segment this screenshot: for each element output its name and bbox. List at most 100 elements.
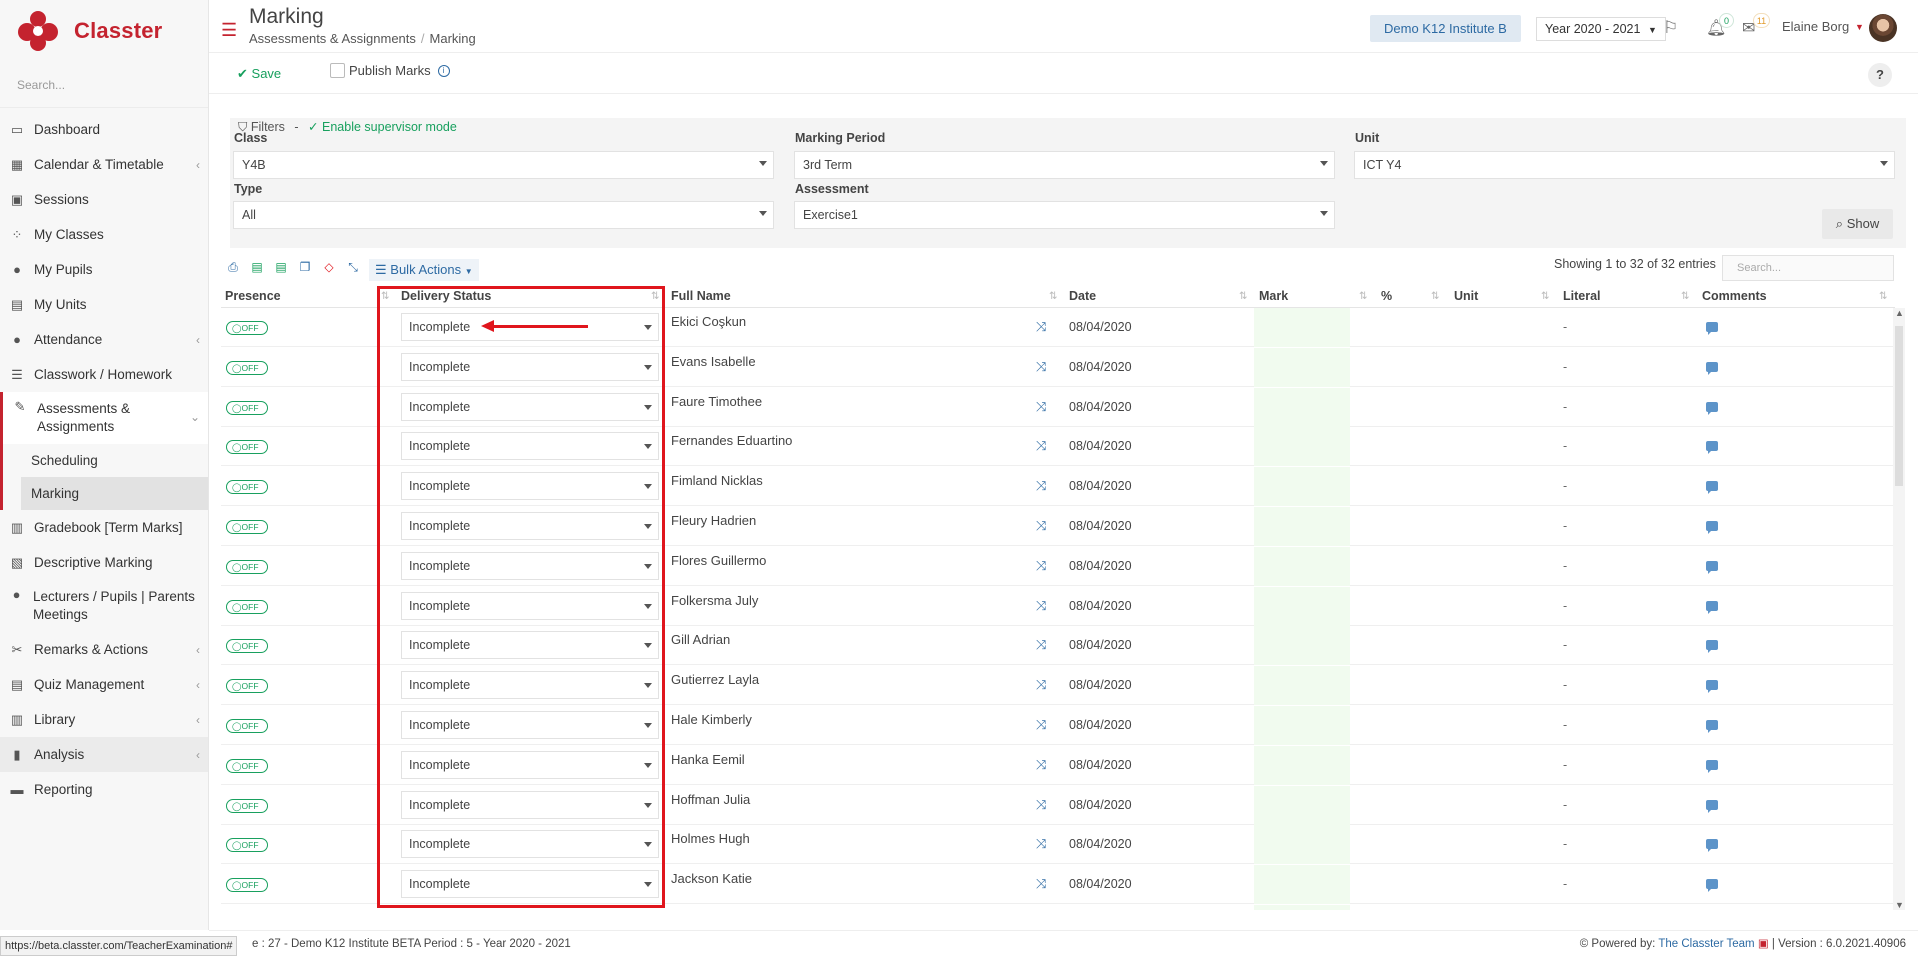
grid-search-input[interactable]: Search... (1722, 255, 1894, 281)
classter-team-link[interactable]: The Classter Team (1658, 938, 1754, 950)
comment-icon[interactable] (1706, 799, 1718, 813)
comment-icon[interactable] (1706, 720, 1718, 733)
column-full-name[interactable]: Full Name (671, 289, 731, 303)
sidebar-item-remarks[interactable]: ✂ Remarks & Actions ‹ (0, 632, 208, 667)
sort-icon[interactable]: ⇅ (1431, 291, 1439, 302)
sort-icon[interactable]: ⇅ (1879, 291, 1887, 302)
export-excel-icon[interactable]: ▤ (245, 260, 269, 280)
comment-icon[interactable] (1706, 600, 1718, 614)
sort-icon[interactable]: ⇅ (1541, 291, 1549, 302)
sidebar-item-meetings[interactable]: ● Lecturers / Pupils | Parents Meetings (0, 580, 208, 632)
scrollbar-thumb[interactable] (1895, 326, 1903, 486)
sidebar-item-analysis[interactable]: ▮ Analysis ‹ (0, 737, 208, 772)
unit-select[interactable]: ICT Y4 (1354, 151, 1895, 179)
sort-icon[interactable]: ⇅ (1239, 291, 1247, 302)
mark-input[interactable] (1254, 308, 1350, 347)
sidebar-item-reporting[interactable]: ▬ Reporting (0, 772, 208, 807)
column-literal[interactable]: Literal (1563, 289, 1601, 303)
class-select[interactable]: Y4B (233, 151, 774, 179)
shuffle-icon[interactable]: ⤨ (1036, 518, 1046, 534)
delivery-status-select[interactable]: Incomplete (401, 591, 659, 620)
year-select[interactable]: Year 2020 - 2021 ▼ (1536, 17, 1666, 41)
sidebar-item-library[interactable]: ▥ Library ‹ (0, 702, 208, 737)
breadcrumb-item[interactable]: Assessments & Assignments (249, 31, 416, 46)
delivery-status-select[interactable]: Incomplete (401, 551, 659, 580)
comment-icon[interactable] (1706, 759, 1718, 773)
comment-icon[interactable] (1706, 361, 1718, 375)
presence-toggle[interactable]: ◯OFF (226, 838, 268, 853)
sidebar-item-quiz[interactable]: ▤ Quiz Management ‹ (0, 667, 208, 702)
marking-period-select[interactable]: 3rd Term (794, 151, 1335, 179)
column-presence[interactable]: Presence (225, 289, 281, 303)
collapse-icon[interactable]: ⤡ (341, 260, 365, 280)
flag-icon[interactable]: ⚐ (1663, 18, 1678, 38)
sort-icon[interactable]: ⇅ (1359, 291, 1367, 302)
comment-icon[interactable] (1706, 441, 1718, 455)
mark-input[interactable] (1254, 586, 1350, 626)
mark-input[interactable] (1254, 706, 1350, 745)
vertical-scrollbar[interactable]: ▲ ▼ (1893, 308, 1905, 910)
presence-toggle[interactable]: ◯OFF (226, 480, 268, 495)
mark-input[interactable] (1254, 507, 1350, 546)
sort-icon[interactable]: ⇅ (1681, 291, 1689, 302)
shuffle-icon[interactable]: ⤨ (1036, 717, 1046, 733)
sidebar-search-input[interactable]: Search... (0, 62, 208, 108)
mark-input[interactable] (1254, 666, 1350, 706)
presence-toggle[interactable]: ◯OFF (226, 798, 268, 813)
info-icon[interactable]: i (437, 64, 450, 77)
delivery-status-select[interactable]: Incomplete (401, 352, 659, 381)
delivery-status-select[interactable]: Incomplete (401, 472, 659, 501)
comment-icon[interactable] (1706, 322, 1718, 335)
comment-icon[interactable] (1706, 879, 1718, 893)
supervisor-mode-link[interactable]: ✓ Enable supervisor mode (308, 120, 457, 134)
delivery-status-select[interactable]: Incomplete (401, 631, 659, 660)
shuffle-icon[interactable]: ⤨ (1036, 836, 1046, 852)
shuffle-icon[interactable]: ⤨ (1036, 876, 1046, 892)
comment-icon[interactable] (1706, 839, 1718, 853)
mark-input[interactable] (1254, 785, 1350, 825)
shuffle-icon[interactable]: ⤨ (1036, 637, 1046, 653)
scroll-up-icon[interactable]: ▲ (1895, 308, 1904, 318)
delivery-status-select[interactable]: Incomplete (401, 830, 659, 859)
mark-input[interactable] (1254, 427, 1350, 467)
shuffle-icon[interactable]: ⤨ (1036, 359, 1046, 375)
sidebar-item-descriptive-marking[interactable]: ▧ Descriptive Marking (0, 545, 208, 580)
show-button[interactable]: ⌕ Show (1822, 209, 1893, 239)
save-button[interactable]: ✔ Save (237, 66, 281, 82)
shuffle-icon[interactable]: ⤨ (1036, 598, 1046, 614)
mark-input[interactable] (1254, 626, 1350, 666)
sort-icon[interactable]: ⇅ (651, 291, 659, 302)
mark-input[interactable] (1254, 546, 1350, 586)
sidebar-item-marking[interactable]: Marking (21, 477, 208, 510)
presence-toggle[interactable]: ◯OFF (226, 559, 268, 574)
presence-toggle[interactable]: ◯OFF (226, 719, 268, 733)
delivery-status-select[interactable]: Incomplete (401, 512, 659, 540)
hamburger-menu-icon[interactable]: ☰ (221, 20, 237, 41)
sidebar-item-gradebook[interactable]: ▥ Gradebook [Term Marks] (0, 510, 208, 545)
presence-toggle[interactable]: ◯OFF (226, 400, 268, 415)
delivery-status-select[interactable]: Incomplete (401, 671, 659, 700)
comment-icon[interactable] (1706, 521, 1718, 534)
shuffle-icon[interactable]: ⤨ (1036, 677, 1046, 693)
sort-icon[interactable]: ⇅ (1049, 291, 1057, 302)
mark-input[interactable] (1254, 825, 1350, 865)
presence-toggle[interactable]: ◯OFF (226, 599, 268, 614)
sidebar-item-scheduling[interactable]: Scheduling (3, 444, 208, 477)
mark-input[interactable] (1254, 745, 1350, 785)
mark-input[interactable] (1254, 905, 1350, 910)
column-comments[interactable]: Comments (1702, 289, 1767, 303)
sidebar-item-classwork[interactable]: ☰ Classwork / Homework (0, 357, 208, 392)
comment-icon[interactable] (1706, 640, 1718, 654)
institute-badge[interactable]: Demo K12 Institute B (1370, 15, 1521, 42)
sidebar-item-my-classes[interactable]: ⁘ My Classes (0, 217, 208, 252)
eraser-icon[interactable]: ◇ (317, 260, 341, 280)
mark-input[interactable] (1254, 347, 1350, 387)
shuffle-icon[interactable]: ⤨ (1036, 438, 1046, 454)
delivery-status-select[interactable]: Incomplete (401, 870, 659, 899)
presence-toggle[interactable]: ◯OFF (226, 360, 268, 375)
mark-input[interactable] (1254, 467, 1350, 507)
delivery-status-select[interactable]: Incomplete (401, 392, 659, 421)
help-button[interactable]: ? (1868, 63, 1892, 87)
presence-toggle[interactable]: ◯OFF (226, 679, 268, 694)
presence-toggle[interactable]: ◯OFF (226, 878, 268, 893)
